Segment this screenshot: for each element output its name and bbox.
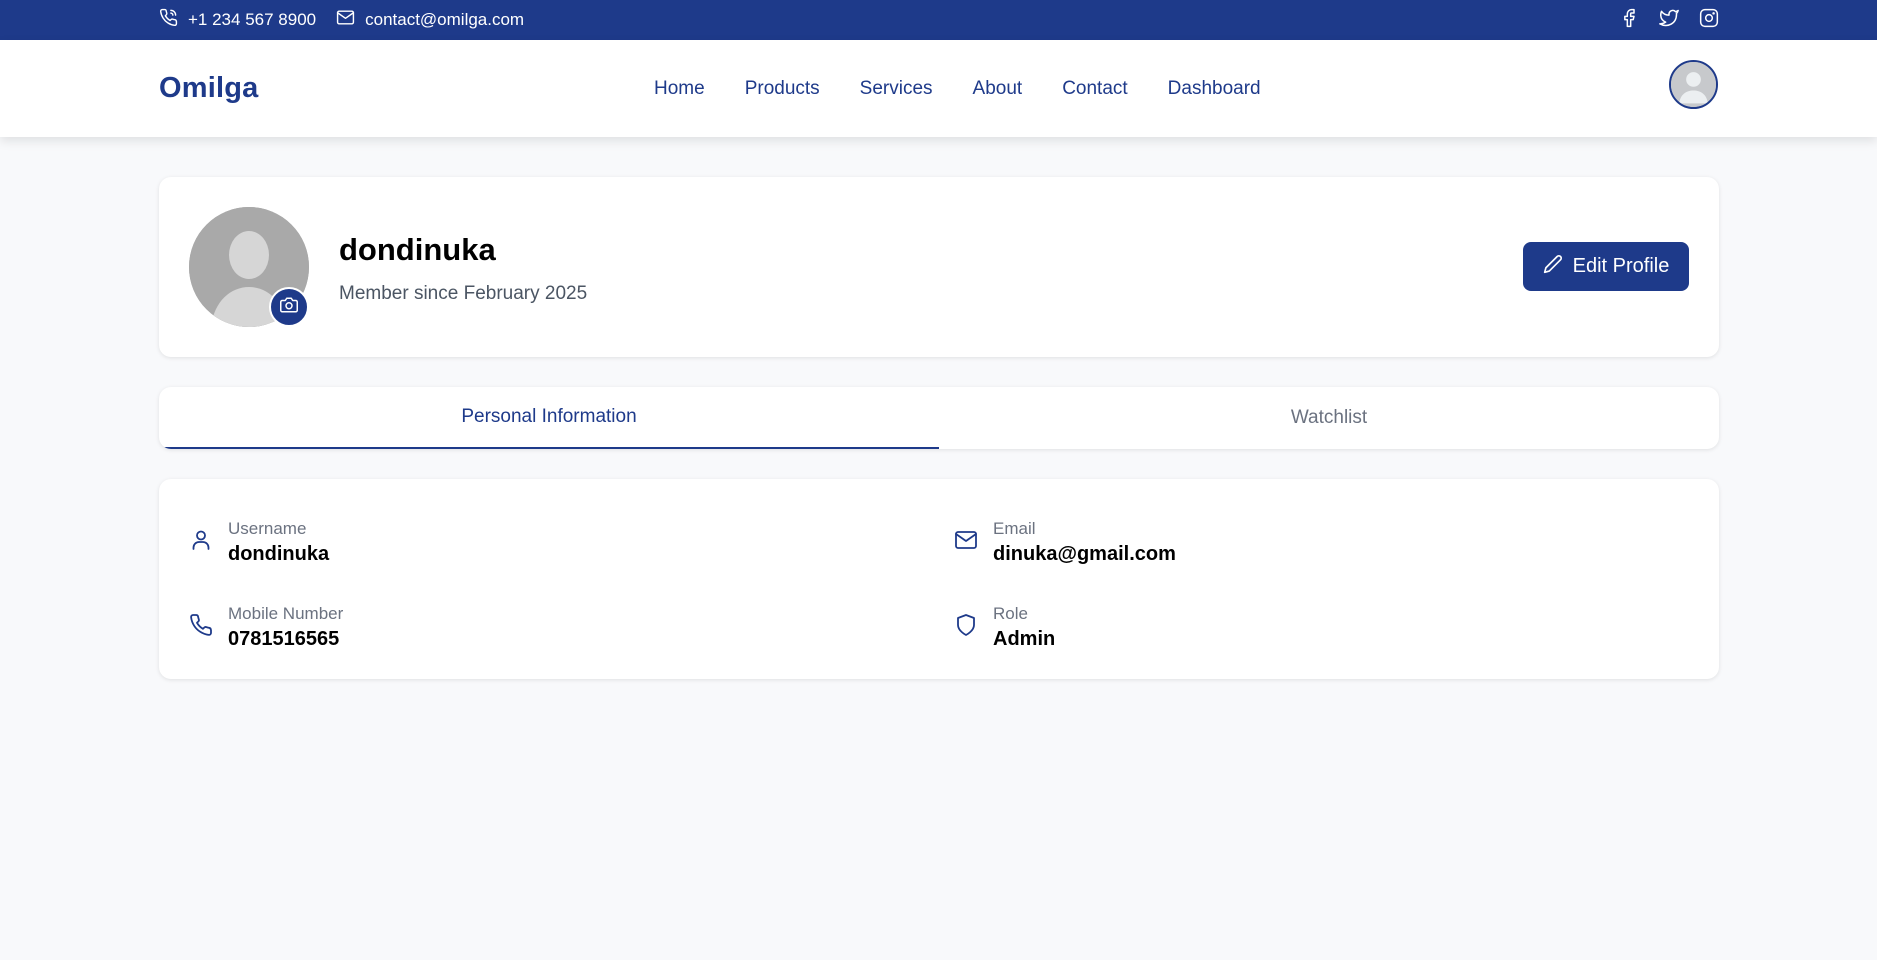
role-value: Admin xyxy=(993,628,1056,650)
mail-icon xyxy=(954,528,978,552)
phone-icon xyxy=(159,8,178,32)
nav-contact[interactable]: Contact xyxy=(1062,78,1127,100)
phone-contact[interactable]: +1 234 567 8900 xyxy=(159,8,316,32)
facebook-icon[interactable] xyxy=(1619,8,1639,33)
main-navbar: Omilga Home Products Services About Cont… xyxy=(0,40,1877,137)
pencil-icon xyxy=(1543,254,1563,280)
phone-icon xyxy=(189,613,213,637)
role-label: Role xyxy=(993,604,1028,623)
contact-email: contact@omilga.com xyxy=(365,10,525,29)
personal-info-card: Username dondinuka Email dinuka@gmail.co… xyxy=(159,479,1719,679)
nav-home[interactable]: Home xyxy=(654,78,705,100)
email-contact[interactable]: contact@omilga.com xyxy=(336,8,524,32)
email-value: dinuka@gmail.com xyxy=(993,543,1176,565)
contact-info: +1 234 567 8900 contact@omilga.com xyxy=(159,8,524,32)
profile-tabs: Personal Information Watchlist xyxy=(159,387,1719,449)
avatar-silhouette-icon xyxy=(1671,62,1716,107)
profile-header-card: dondinuka Member since February 2025 Edi… xyxy=(159,177,1719,357)
shield-icon xyxy=(954,613,978,637)
member-since: Member since February 2025 xyxy=(339,283,588,304)
instagram-icon[interactable] xyxy=(1699,8,1719,33)
tab-personal-information[interactable]: Personal Information xyxy=(159,387,939,449)
social-links xyxy=(1619,8,1719,33)
nav-services[interactable]: Services xyxy=(860,78,933,100)
nav-links: Home Products Services About Contact Das… xyxy=(654,78,1261,100)
top-contact-bar: +1 234 567 8900 contact@omilga.com xyxy=(0,0,1877,40)
email-label: Email xyxy=(993,519,1036,538)
edit-profile-label: Edit Profile xyxy=(1572,255,1670,277)
change-photo-button[interactable] xyxy=(269,287,309,327)
mail-icon xyxy=(336,8,355,32)
phone-number: +1 234 567 8900 xyxy=(188,10,317,29)
profile-name: dondinuka xyxy=(339,232,496,267)
camera-icon xyxy=(280,296,298,319)
twitter-icon[interactable] xyxy=(1659,8,1679,33)
mobile-label: Mobile Number xyxy=(228,604,344,623)
nav-dashboard[interactable]: Dashboard xyxy=(1168,78,1261,100)
tab-watchlist[interactable]: Watchlist xyxy=(939,387,1719,449)
nav-products[interactable]: Products xyxy=(745,78,820,100)
nav-about[interactable]: About xyxy=(973,78,1023,100)
username-value: dondinuka xyxy=(228,543,330,565)
user-avatar-menu[interactable] xyxy=(1669,60,1718,109)
mobile-value: 0781516565 xyxy=(228,628,340,650)
user-icon xyxy=(189,528,213,552)
site-logo[interactable]: Omilga xyxy=(159,72,259,105)
username-label: Username xyxy=(228,519,307,538)
edit-profile-button[interactable]: Edit Profile xyxy=(1523,242,1689,291)
